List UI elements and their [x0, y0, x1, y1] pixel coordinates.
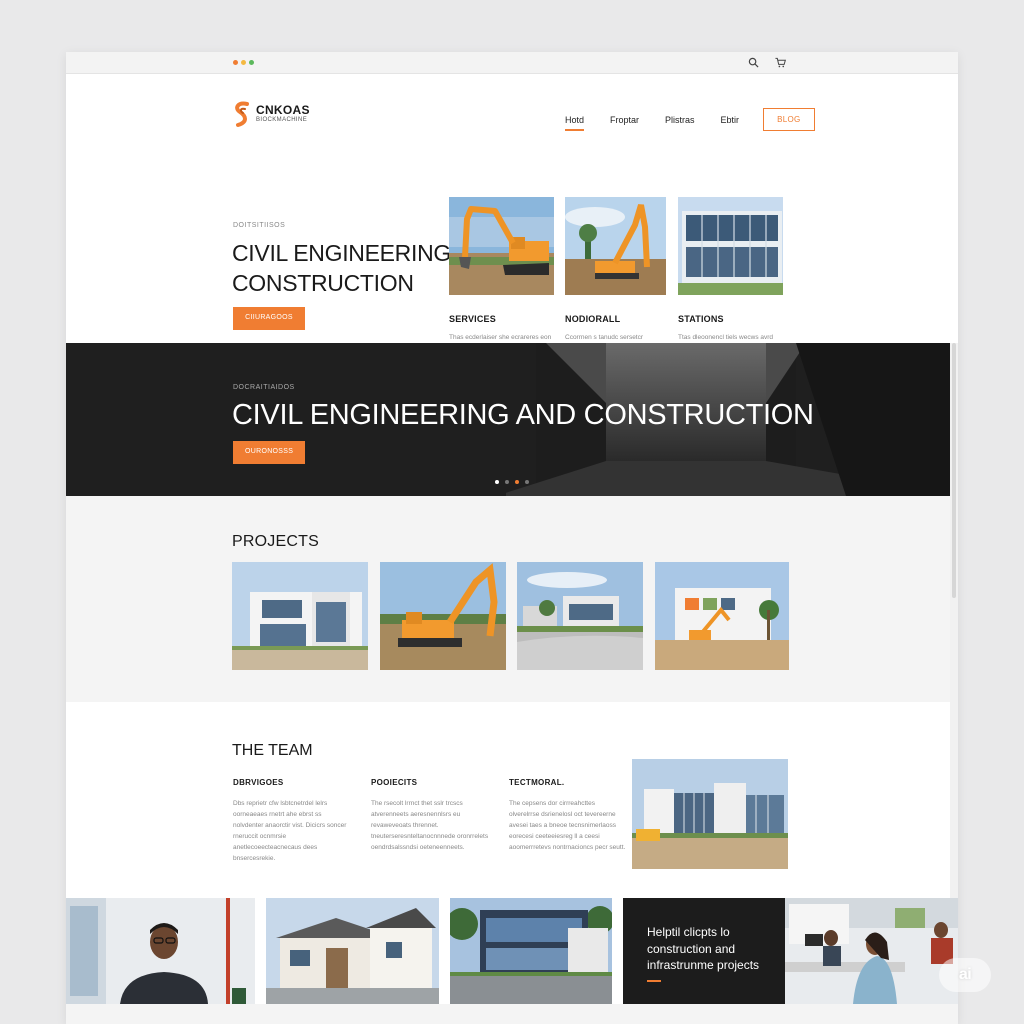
modern-office-photo [450, 898, 612, 1004]
carousel-dot[interactable] [515, 480, 519, 484]
carousel-dot[interactable] [505, 480, 509, 484]
team-column-3: TECTMORAL. The cepsens dor cirrreahcttes… [509, 778, 627, 853]
team-column-desc: Dbs reprietr cfw lsbtcnetrdel lelrs oorn… [233, 800, 347, 862]
team-workspace-photo [785, 898, 958, 1004]
logo-mark-icon [235, 101, 249, 127]
houses-photo [266, 898, 439, 1004]
projects-section: PROJECTS [66, 496, 950, 702]
feature-card-services[interactable]: SERVICES Thas ecderlaiser she ecrareres … [449, 197, 554, 365]
hero-title: CIVIL ENGINEERING CONSTRUCTION [232, 240, 451, 296]
projects-heading: PROJECTS [232, 533, 319, 550]
excavator-image [449, 197, 554, 295]
feature-title: SERVICES [449, 314, 496, 324]
watermark-badge: ai [939, 958, 991, 992]
project-site-construction[interactable] [655, 562, 789, 670]
carousel-dot[interactable] [525, 480, 529, 484]
team-column-title: POOIECITS [371, 778, 418, 787]
office-building-image [632, 759, 788, 869]
browser-window: CNKOAS BIOCKMACHINE Hotd Froptar Plistra… [66, 52, 958, 1024]
team-column-title: DBRVIGOES [233, 778, 284, 787]
nav-item-home[interactable]: Hotd [565, 115, 585, 131]
carousel-indicators [495, 480, 529, 484]
hero-button[interactable]: CIIURAGOOS [233, 307, 305, 330]
window-controls [233, 60, 254, 65]
search-icon[interactable] [748, 57, 759, 68]
feature-title: NODIORALL [565, 314, 621, 324]
banner-button[interactable]: OURONOSSS [233, 441, 305, 464]
project-campus[interactable] [517, 562, 643, 670]
banner-eyebrow: DOCRAITIAIDOS [233, 384, 295, 391]
nav-item-3[interactable]: Plistras [665, 115, 695, 125]
cart-icon[interactable] [775, 57, 786, 68]
team-column-title: TECTMORAL. [509, 778, 565, 787]
banner-title: CIVIL ENGINEERING AND CONSTRUCTION [232, 399, 814, 431]
promo-accent-line [647, 980, 661, 982]
close-dot[interactable] [233, 60, 238, 65]
browser-toolbar [66, 52, 958, 74]
feature-card-stations[interactable]: STATIONS Ttas dleoonencl tiels wecws avr… [678, 197, 783, 365]
team-heading: THE TEAM [232, 742, 313, 759]
page-footer-space [66, 1004, 958, 1024]
carousel-dot[interactable] [495, 480, 499, 484]
glass-building-image [678, 197, 783, 295]
team-column-2: POOIECITS The rsecolt lrrnct thet sslr t… [371, 778, 489, 853]
project-excavator[interactable] [380, 562, 506, 670]
team-section: THE TEAM DBRVIGOES Dbs reprietr cfw lsbt… [66, 702, 950, 898]
feature-title: STATIONS [678, 314, 724, 324]
nav-item-2[interactable]: Froptar [610, 115, 639, 125]
promo-card[interactable]: Helptil clicpts lo construction and infr… [623, 898, 785, 1004]
feature-card-2[interactable]: NODIORALL Ccorrnen s tanudc sersetcr eer… [565, 197, 670, 354]
promo-text: Helptil clicpts lo construction and infr… [647, 925, 760, 972]
hero-eyebrow: DOITSITIISOS [233, 222, 286, 229]
excavator-site-image [565, 197, 670, 295]
maximize-dot[interactable] [249, 60, 254, 65]
site-logo[interactable]: CNKOAS BIOCKMACHINE [232, 100, 310, 128]
dark-banner: DOCRAITIAIDOS CIVIL ENGINEERING AND CONS… [66, 343, 950, 496]
blog-button[interactable]: BLOG [763, 108, 815, 131]
brand-tagline: BIOCKMACHINE [256, 117, 308, 123]
team-column-1: DBRVIGOES Dbs reprietr cfw lsbtcnetrdel … [233, 778, 351, 864]
bottom-gallery: Helptil clicpts lo construction and infr… [66, 898, 958, 1004]
minimize-dot[interactable] [241, 60, 246, 65]
team-column-desc: The rsecolt lrrnct thet sslr trcscs atve… [371, 800, 489, 851]
team-column-desc: The cepsens dor cirrreahcttes olverelrrs… [509, 800, 626, 851]
main-nav: Hotd Froptar Plistras Ebtir BLOG [565, 108, 815, 131]
engineer-photo [66, 898, 255, 1004]
project-modern-building[interactable] [232, 562, 368, 670]
nav-item-4[interactable]: Ebtir [721, 115, 740, 125]
scrollbar-thumb[interactable] [952, 343, 956, 598]
brand-name: CNKOAS [256, 103, 310, 117]
site-header: CNKOAS BIOCKMACHINE Hotd Froptar Plistra… [66, 74, 958, 136]
